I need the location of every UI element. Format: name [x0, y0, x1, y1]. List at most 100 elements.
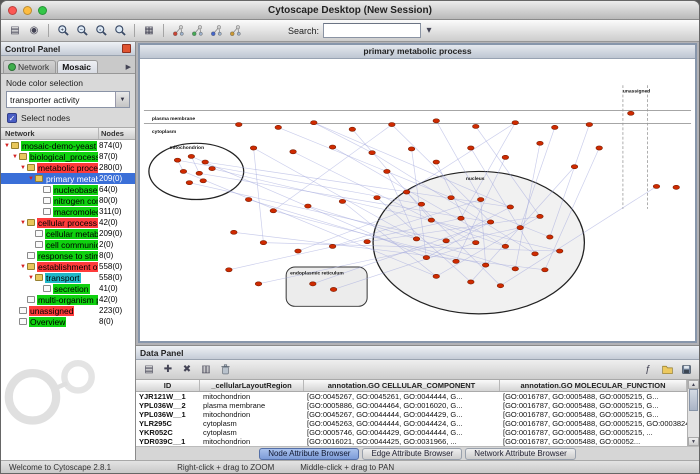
network-window-title[interactable]: primary metabolic process — [140, 45, 695, 59]
tab-edge-attribute-browser[interactable]: Edge Attribute Browser — [362, 448, 462, 460]
toolbar-separator — [134, 24, 135, 37]
zoom-fit-content-icon[interactable] — [112, 23, 128, 39]
tree-row-macromolecule-metabolic-process[interactable]: macromolecule metabolic process311(0) — [1, 206, 135, 217]
tree-row-primary-metabolic-process[interactable]: ▼primary metabolic process209(0) — [1, 173, 135, 184]
cytoscape-window: Cytoscape Desktop (New Session) ▤◉+−▫▦ S… — [0, 0, 700, 474]
tree-node-count: 209(0) — [98, 174, 135, 183]
create-attribute-icon[interactable]: ✚ — [160, 362, 176, 378]
zoom-out-icon[interactable]: − — [74, 23, 90, 39]
expand-icon[interactable]: ▼ — [19, 165, 27, 171]
vizmapper-icon[interactable] — [227, 23, 243, 39]
search-options-icon[interactable]: ▾ — [421, 23, 437, 39]
hide-selected-icon[interactable]: ▦ — [141, 23, 157, 39]
tab-mosaic-label: Mosaic — [62, 62, 91, 72]
tab-mosaic[interactable]: Mosaic — [57, 60, 98, 73]
tree-row-response-to-stimulus[interactable]: response to stimulus8(0) — [1, 250, 135, 261]
selected-attribute-value: transporter activity — [7, 95, 115, 105]
tree-node-count: 8(0) — [98, 251, 135, 260]
destroy-network-view-icon[interactable] — [208, 23, 224, 39]
tree-row-cellular-metabolic-process[interactable]: cellular metabolic process209(0) — [1, 228, 135, 239]
folder-icon — [27, 263, 35, 270]
table-cell: YDR039C__1 — [136, 437, 200, 446]
tree-node-count: 42(0) — [98, 218, 135, 227]
table-cell: YLR295C — [136, 419, 200, 428]
delete-attribute-icon[interactable]: ✖ — [179, 362, 195, 378]
tree-row-biological-process[interactable]: ▼biological_process87(0) — [1, 151, 135, 162]
folder-icon — [35, 274, 43, 281]
expand-icon[interactable]: ▼ — [11, 154, 19, 160]
tree-row-multi-organism-process[interactable]: multi-organism process42(0) — [1, 294, 135, 305]
select-nodes-checkbox[interactable]: ✓ — [7, 113, 17, 123]
column-header-annotation-go-molecular-function[interactable]: annotation.GO MOLECULAR_FUNCTION — [500, 380, 687, 391]
scroll-up-icon[interactable]: ▲ — [688, 380, 699, 389]
export-image-icon[interactable]: ◉ — [26, 23, 42, 39]
tree-label: transport — [45, 273, 81, 283]
table-cell: [GO:0005886, GO:0044464, GO:0016020, G..… — [304, 401, 500, 410]
control-panel-header: Control Panel — [1, 42, 135, 56]
network-column-header[interactable]: Network — [1, 128, 99, 139]
title-bar[interactable]: Cytoscape Desktop (New Session) — [1, 1, 699, 20]
zoom-in-icon[interactable]: + — [55, 23, 71, 39]
table-row-ypl036w-2[interactable]: YPL036W__2plasma membrane[GO:0005886, GO… — [136, 401, 687, 410]
network-icon — [19, 307, 27, 314]
tree-node-count: 209(0) — [98, 229, 135, 238]
tree-row-secretion[interactable]: secretion41(0) — [1, 283, 135, 294]
table-row-yjr121w-1[interactable]: YJR121W__1mitochondrion[GO:0045267, GO:0… — [136, 392, 687, 401]
scroll-thumb[interactable] — [689, 389, 698, 411]
create-network-view-icon[interactable] — [189, 23, 205, 39]
network-icon — [43, 208, 51, 215]
zoom-selected-region-icon[interactable]: ▫ — [93, 23, 109, 39]
tab-network-attribute-browser[interactable]: Network Attribute Browser — [465, 448, 575, 460]
nodes-column-header[interactable]: Nodes — [99, 128, 135, 139]
export-attributes-icon[interactable] — [678, 362, 694, 378]
print-icon[interactable]: ▤ — [7, 23, 23, 39]
column-settings-icon[interactable]: ▥ — [198, 362, 214, 378]
tree-row-establishment-of-localization[interactable]: ▼establishment of localization558(0) — [1, 261, 135, 272]
clear-table-icon[interactable] — [217, 362, 233, 378]
table-row-ylr295c[interactable]: YLR295Ccytoplasm[GO:0045263, GO:0044444,… — [136, 419, 687, 428]
column-header-cellularlayoutregion[interactable]: _cellularLayoutRegion — [200, 380, 304, 391]
table-row-ykr052c[interactable]: YKR052Ccytoplasm[GO:0005746, GO:0044429,… — [136, 428, 687, 437]
float-panel-icon[interactable] — [122, 44, 131, 53]
right-column: primary metabolic process plasma membran… — [136, 42, 699, 460]
tree-label: multi-organism process — [37, 295, 98, 305]
data-panel-header: Data Panel — [136, 346, 699, 360]
manage-networks-icon[interactable] — [170, 23, 186, 39]
tab-network[interactable]: Network — [3, 60, 56, 73]
expand-icon[interactable]: ▼ — [27, 275, 35, 281]
column-header-annotation-go-cellular-component[interactable]: annotation.GO CELLULAR_COMPONENT — [304, 380, 500, 391]
node-color-select[interactable]: transporter activity ▼ — [6, 91, 130, 108]
tree-row-metabolic-process[interactable]: ▼metabolic process280(0) — [1, 162, 135, 173]
control-panel-tabs: Network Mosaic ▶ — [1, 56, 135, 74]
table-row-ypl036w-1[interactable]: YPL036W__1mitochondrion[GO:0045267, GO:0… — [136, 410, 687, 419]
formula-builder-icon[interactable]: ƒ — [640, 362, 656, 378]
select-nodes-label: Select nodes — [21, 113, 70, 123]
tree-row-overview[interactable]: Overview8(0) — [1, 316, 135, 327]
tree-row-transport[interactable]: ▼transport558(0) — [1, 272, 135, 283]
network-icon — [43, 186, 51, 193]
expand-icon[interactable]: ▼ — [19, 220, 27, 226]
scroll-down-icon[interactable]: ▼ — [688, 437, 699, 446]
table-cell: cytoplasm — [200, 428, 304, 437]
table-row-ydr039c-1[interactable]: YDR039C__1mitochondrion[GO:0016021, GO:0… — [136, 437, 687, 446]
tree-row-unassigned[interactable]: unassigned223(0) — [1, 305, 135, 316]
tab-node-attribute-browser[interactable]: Node Attribute Browser — [259, 448, 359, 460]
table-cell: [GO:0016787, GO:0005488, GO:0005215, G..… — [500, 410, 687, 419]
select-attributes-icon[interactable]: ▤ — [141, 362, 157, 378]
network-graph[interactable]: plasma membranecytoplasmmitochondrionnuc… — [140, 59, 695, 341]
expand-icon[interactable]: ▼ — [19, 264, 27, 270]
network-canvas[interactable]: plasma membranecytoplasmmitochondrionnuc… — [140, 59, 695, 341]
tree-row-nucleobase-nucleoside-nucleotide-metabolic-process[interactable]: nucleobase, nucleoside, nucleotide metab… — [1, 184, 135, 195]
search-input[interactable] — [323, 23, 421, 38]
tree-row-nitrogen-compound-metabolic-process[interactable]: nitrogen compound metabolic process80(0) — [1, 195, 135, 206]
expand-icon[interactable]: ▼ — [3, 143, 11, 149]
expand-icon[interactable]: ▼ — [27, 176, 35, 182]
tree-row-cellular-process[interactable]: ▼cellular process42(0) — [1, 217, 135, 228]
tree-row-cell-communication[interactable]: cell communication2(0) — [1, 239, 135, 250]
tree-label: unassigned — [29, 306, 74, 316]
scroll-tabs-icon[interactable]: ▶ — [124, 63, 133, 73]
tree-row-mosaic-demo-yeast[interactable]: ▼mosaic-demo-yeast874(0) — [1, 140, 135, 151]
import-attributes-icon[interactable] — [659, 362, 675, 378]
table-scrollbar[interactable]: ▲ ▼ — [687, 380, 699, 446]
column-header-id[interactable]: ID — [136, 380, 200, 391]
